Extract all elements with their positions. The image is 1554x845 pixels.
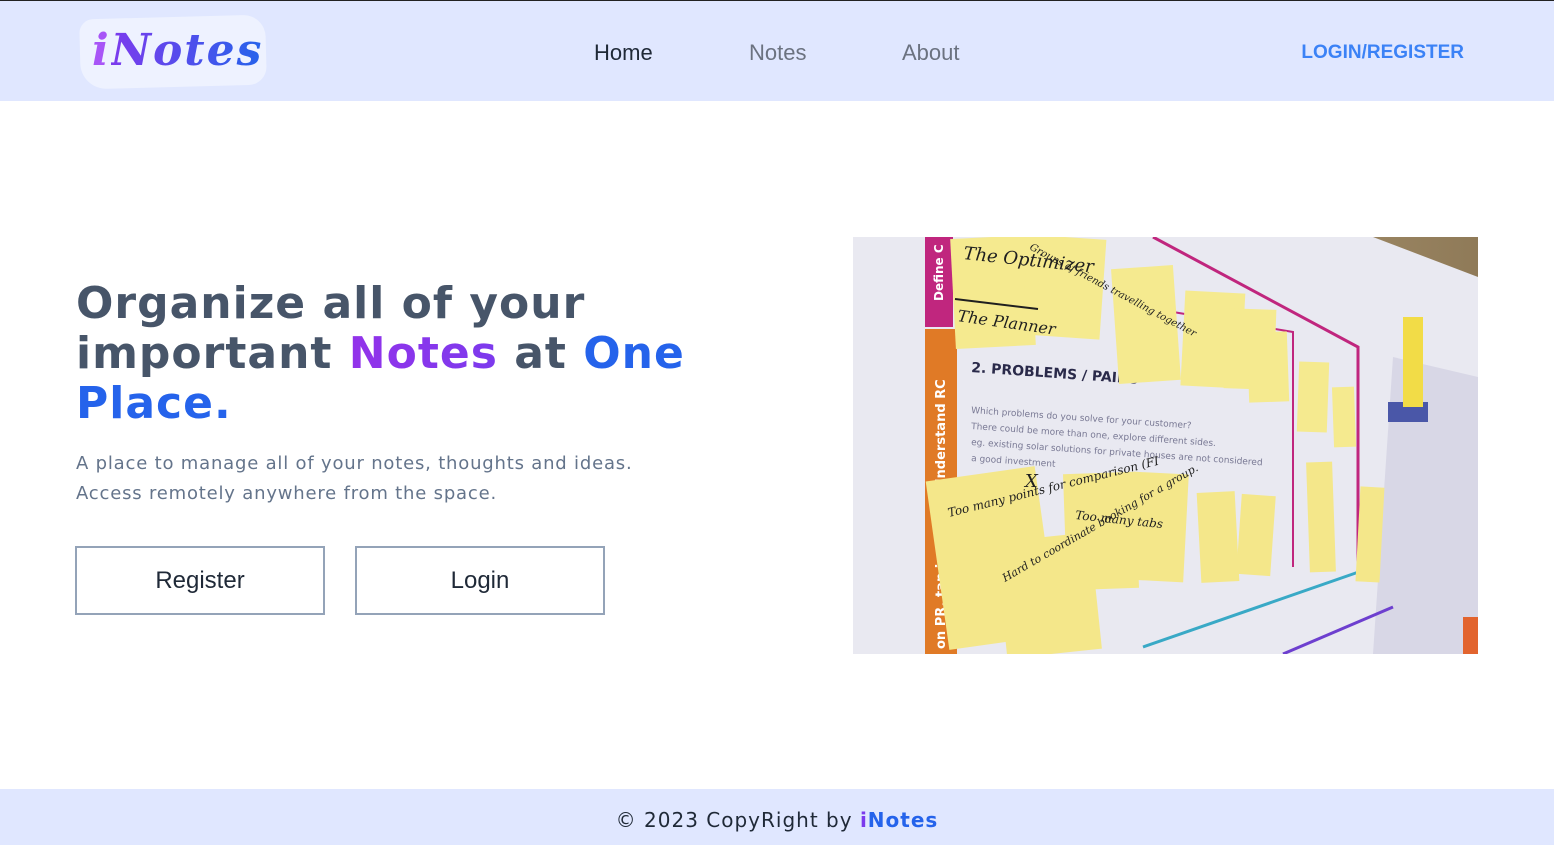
board-label-define: Define C xyxy=(932,244,946,301)
hero-subtext: A place to manage all of your notes, tho… xyxy=(76,449,716,509)
nav-home[interactable]: Home xyxy=(594,35,653,71)
subtext-line-2: Access remotely anywhere from the space. xyxy=(76,483,497,504)
register-button[interactable]: Register xyxy=(75,546,325,615)
nav-notes[interactable]: Notes xyxy=(749,35,806,71)
footer-brand-name: Notes xyxy=(867,808,939,832)
footer-brand-prefix: i xyxy=(859,808,868,832)
board-label-understand: Understand RC xyxy=(934,379,949,489)
nav-about[interactable]: About xyxy=(902,35,960,71)
logo-prefix: i xyxy=(92,25,111,76)
footer-copyright-text: © 2023 CopyRight by xyxy=(615,808,860,832)
footer: © 2023 CopyRight by iNotes xyxy=(0,789,1554,845)
headline-text-2: at xyxy=(497,328,584,379)
headline-highlight-notes: Notes xyxy=(348,328,498,379)
logo-text: Notes xyxy=(110,25,264,76)
subtext-line-1: A place to manage all of your notes, tho… xyxy=(76,453,633,474)
logo[interactable]: iNotes xyxy=(92,21,263,81)
login-register-link[interactable]: LOGIN/REGISTER xyxy=(1301,39,1464,67)
top-navbar: iNotes Home Notes About LOGIN/REGISTER xyxy=(0,1,1554,101)
hero-headline: Organize all of your important Notes at … xyxy=(76,279,716,429)
sticky-notes-board-illustration: Define C Understand RC on PR, tap in 2. … xyxy=(853,237,1478,654)
footer-copyright: © 2023 CopyRight by iNotes xyxy=(0,789,1554,845)
note-x-mark: X xyxy=(1023,471,1039,492)
hero-image: Define C Understand RC on PR, tap in 2. … xyxy=(853,237,1478,654)
login-button[interactable]: Login xyxy=(355,546,605,615)
